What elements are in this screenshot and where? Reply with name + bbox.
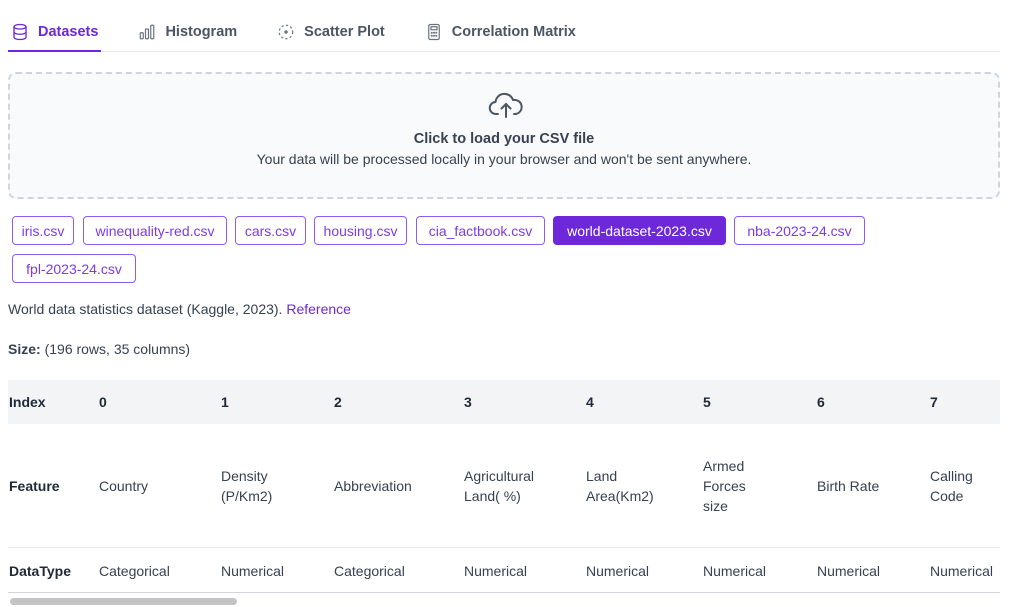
- table-row-datatype: DataType Categorical Numerical Categoric…: [8, 549, 1000, 593]
- row-header: DataType: [9, 562, 71, 579]
- table-cell: Numerical: [221, 562, 285, 579]
- table-cell: Numerical: [930, 562, 994, 579]
- csv-upload-dropzone[interactable]: Click to load your CSV file Your data wi…: [8, 72, 1000, 199]
- feature-line: Forces: [703, 477, 746, 494]
- dataset-chip-nba-2023-24[interactable]: nba-2023-24.csv: [734, 216, 865, 245]
- table-cell: Numerical: [817, 562, 881, 579]
- tab-datasets[interactable]: Datasets: [8, 12, 102, 52]
- feature-line: size: [703, 497, 728, 514]
- chip-label: winequality-red.csv: [95, 222, 215, 239]
- table-cell: Categorical: [99, 562, 170, 579]
- feature-line: Birth Rate: [817, 477, 880, 494]
- table-cell: Birth Rate: [817, 424, 879, 547]
- table-cell: Numerical: [586, 562, 650, 579]
- table-horizontal-scrollbar[interactable]: [8, 596, 1000, 606]
- table-cell: Country: [99, 424, 148, 547]
- table-cell: Land Area(Km2): [586, 424, 654, 547]
- dataset-chip-winequality-red[interactable]: winequality-red.csv: [83, 216, 227, 245]
- table-row-index: Index 0 1 2 3 4 5 6 7: [8, 380, 1000, 424]
- row-header: Index: [9, 394, 46, 410]
- dataset-chip-cia-factbook[interactable]: cia_factbook.csv: [416, 216, 545, 245]
- table-cell: Abbreviation: [334, 424, 412, 547]
- tab-label: Correlation Matrix: [451, 23, 576, 40]
- table-cell: Calling Code: [930, 424, 973, 547]
- upload-subtitle: Your data will be processed locally in y…: [256, 151, 752, 167]
- row-header: Feature: [9, 477, 60, 494]
- tab-histogram[interactable]: Histogram: [135, 12, 240, 51]
- table-cell: Numerical: [703, 562, 767, 579]
- table-cell: 1: [221, 394, 229, 410]
- bar-chart-icon: [138, 23, 156, 41]
- dataset-chip-housing[interactable]: housing.csv: [314, 216, 407, 245]
- tab-label: Datasets: [38, 23, 99, 40]
- table-cell: Density (P/Km2): [221, 424, 272, 547]
- dataset-size: Size: (196 rows, 35 columns): [8, 341, 190, 357]
- upload-title: Click to load your CSV file: [413, 131, 595, 147]
- table-cell: Armed Forces size: [703, 424, 746, 547]
- table-cell: Numerical: [464, 562, 528, 579]
- chip-label: world-dataset-2023.csv: [567, 222, 712, 239]
- feature-line: Calling: [930, 467, 973, 484]
- scatter-icon: [277, 23, 295, 41]
- feature-line: Land( %): [464, 487, 521, 504]
- feature-line: Density: [221, 467, 268, 484]
- chip-label: iris.csv: [21, 222, 65, 239]
- dataset-schema-table: Index 0 1 2 3 4 5 6 7 Feature Country De…: [8, 380, 1000, 593]
- feature-line: Code: [930, 487, 964, 504]
- tab-label: Scatter Plot: [304, 23, 385, 40]
- scrollbar-thumb[interactable]: [10, 598, 237, 605]
- dataset-chip-fpl-2023-24[interactable]: fpl-2023-24.csv: [12, 254, 136, 283]
- feature-line: Agricultural: [464, 467, 535, 484]
- feature-line: Area(Km2): [586, 487, 654, 504]
- size-label: Size:: [8, 341, 41, 357]
- table-cell: Agricultural Land( %): [464, 424, 534, 547]
- chip-label: housing.csv: [323, 222, 398, 239]
- table-cell: 0: [99, 394, 107, 410]
- cloud-upload-icon: [488, 90, 524, 120]
- table-cell: 6: [817, 394, 825, 410]
- database-icon: [11, 23, 29, 41]
- feature-line: (P/Km2): [221, 487, 273, 504]
- calculator-icon: [425, 23, 443, 41]
- table-cell: 5: [703, 394, 711, 410]
- chip-label: nba-2023-24.csv: [747, 222, 852, 239]
- table-row-feature: Feature Country Density (P/Km2) Abbreviat…: [8, 424, 1000, 548]
- tab-scatter-plot[interactable]: Scatter Plot: [274, 12, 388, 51]
- feature-line: Country: [99, 477, 149, 494]
- description-text: World data statistics dataset (Kaggle, 2…: [8, 301, 283, 317]
- reference-link[interactable]: Reference: [286, 301, 351, 317]
- tab-correlation-matrix[interactable]: Correlation Matrix: [422, 12, 579, 51]
- table-cell: 7: [930, 394, 938, 410]
- dataset-chip-iris[interactable]: iris.csv: [12, 216, 74, 245]
- chip-label: fpl-2023-24.csv: [26, 260, 122, 277]
- feature-line: Armed: [703, 457, 745, 474]
- dataset-description: World data statistics dataset (Kaggle, 2…: [8, 301, 351, 317]
- feature-line: Land: [586, 467, 618, 484]
- table-cell: 3: [464, 394, 472, 410]
- table-cell: 4: [586, 394, 594, 410]
- tab-bar: Datasets Histogram Scatter Plot Correlat…: [8, 12, 1000, 52]
- size-value: (196 rows, 35 columns): [44, 341, 191, 357]
- feature-line: Abbreviation: [334, 477, 412, 494]
- chip-label: cia_factbook.csv: [428, 222, 533, 239]
- dataset-chip-cars[interactable]: cars.csv: [235, 216, 306, 245]
- table-cell: Categorical: [334, 562, 405, 579]
- dataset-chip-world-dataset-2023[interactable]: world-dataset-2023.csv: [553, 216, 726, 245]
- chip-label: cars.csv: [244, 222, 297, 239]
- table-cell: 2: [334, 394, 342, 410]
- tab-label: Histogram: [165, 23, 238, 40]
